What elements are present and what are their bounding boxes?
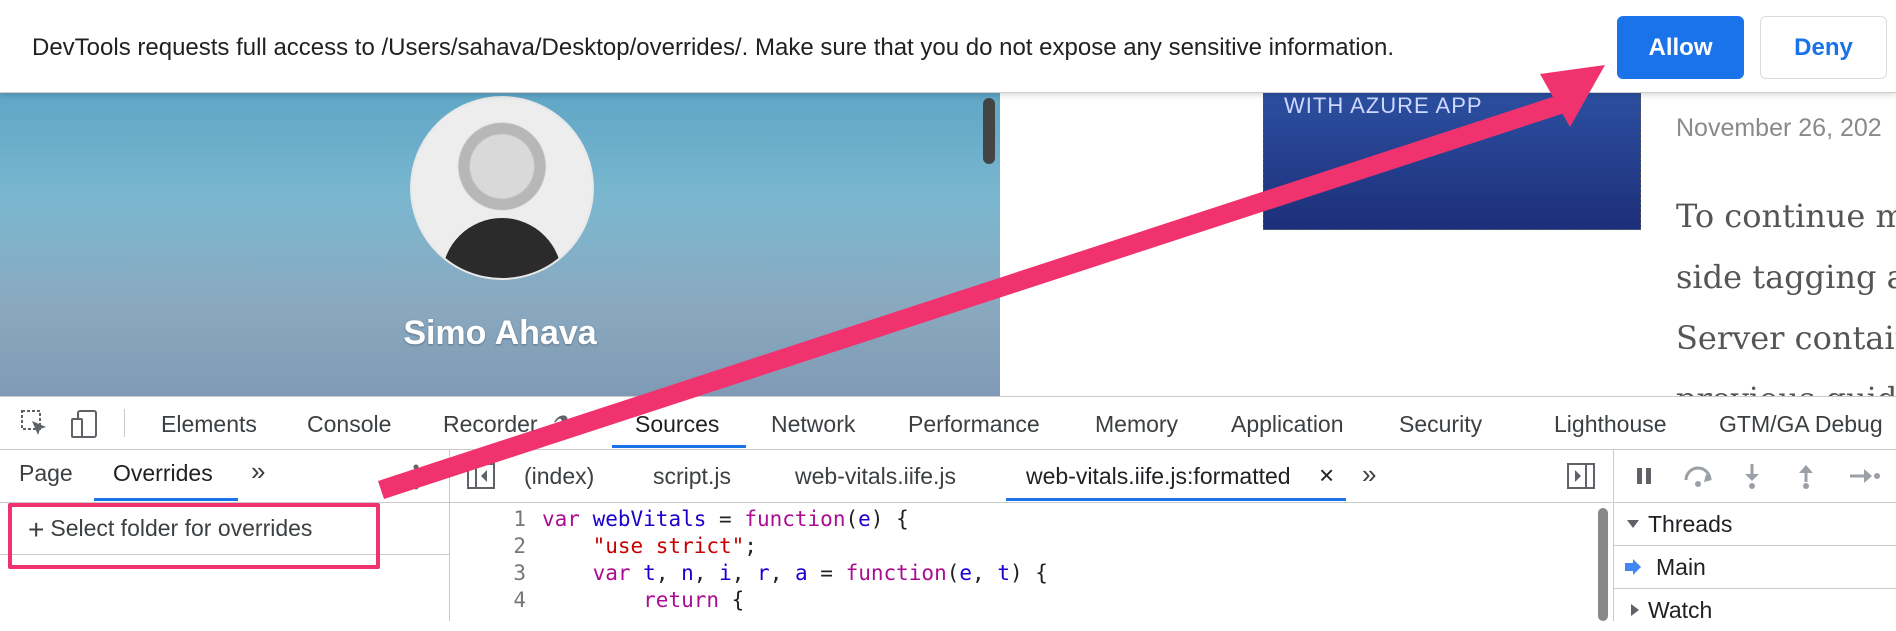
step-out-icon[interactable] xyxy=(1794,462,1818,490)
tab-console[interactable]: Console xyxy=(307,411,391,438)
post-line: Server contain xyxy=(1676,319,1896,357)
more-files-icon[interactable]: » xyxy=(1362,459,1376,490)
code-line[interactable]: "use strict"; xyxy=(542,533,757,560)
file-tab-web-vitals[interactable]: web-vitals.iife.js xyxy=(795,463,956,490)
line-number: 1 xyxy=(513,507,526,531)
profile-hero: Simo Ahava xyxy=(0,92,1000,396)
code-line[interactable]: return { xyxy=(542,587,744,614)
code-line[interactable]: var t, n, i, r, a = function(e, t) { xyxy=(542,560,1048,587)
more-options-icon[interactable] xyxy=(408,462,424,492)
file-tab-script[interactable]: script.js xyxy=(653,463,731,490)
tab-performance[interactable]: Performance xyxy=(908,411,1040,438)
code-line[interactable]: var webVitals = function(e) { xyxy=(542,506,909,533)
editor-filetabs: (index) script.js web-vitals.iife.js web… xyxy=(450,450,1612,503)
more-tabs-icon[interactable]: » xyxy=(251,456,265,487)
step-into-icon[interactable] xyxy=(1740,462,1764,490)
tab-application[interactable]: Application xyxy=(1231,411,1344,438)
editor-scrollbar[interactable] xyxy=(1598,508,1608,621)
tab-overrides[interactable]: Overrides xyxy=(113,460,213,487)
post-excerpt: To continue m side tagging ar Server con… xyxy=(1676,186,1896,430)
current-thread-arrow-icon xyxy=(1625,559,1641,575)
permission-message: DevTools requests full access to /Users/… xyxy=(32,34,1394,61)
file-tab-web-vitals-formatted[interactable]: web-vitals.iife.js:formatted xyxy=(1026,463,1291,490)
devtools-panel: Elements Console Recorder ⚗ Sources Netw… xyxy=(0,396,1896,623)
active-tab-indicator xyxy=(612,445,746,448)
tab-network[interactable]: Network xyxy=(771,411,855,438)
devtools-tabbar: Elements Console Recorder ⚗ Sources Netw… xyxy=(0,397,1896,450)
sources-navigator: Page Overrides » + Select folder for over… xyxy=(0,450,450,621)
threads-section-header[interactable]: Threads xyxy=(1614,503,1896,546)
post-thumbnail[interactable]: WITH AZURE APP xyxy=(1263,92,1641,230)
tab-gtm-ga-debug[interactable]: GTM/GA Debug xyxy=(1719,411,1883,438)
tab-page[interactable]: Page xyxy=(19,460,73,487)
tab-recorder[interactable]: Recorder xyxy=(443,411,538,438)
thread-main[interactable]: Main xyxy=(1614,546,1896,589)
step-icon[interactable] xyxy=(1848,464,1882,488)
debugger-toolbar xyxy=(1614,450,1896,503)
main-thread-label: Main xyxy=(1656,554,1706,580)
toolbar-divider xyxy=(124,409,125,437)
active-subtab-indicator xyxy=(94,498,238,501)
line-number: 3 xyxy=(513,561,526,585)
threads-label: Threads xyxy=(1648,511,1733,537)
tab-security[interactable]: Security xyxy=(1399,411,1482,438)
toggle-debugger-icon[interactable] xyxy=(1566,462,1596,490)
tab-lighthouse[interactable]: Lighthouse xyxy=(1554,411,1667,438)
page-scrollbar[interactable] xyxy=(983,98,995,164)
code-editor: (index) script.js web-vitals.iife.js web… xyxy=(450,450,1612,621)
thumbnail-caption: WITH AZURE APP xyxy=(1284,93,1483,118)
active-file-indicator xyxy=(1006,498,1346,501)
post-line: To continue m xyxy=(1676,197,1896,235)
pause-icon[interactable] xyxy=(1632,464,1656,488)
file-tab-index[interactable]: (index) xyxy=(524,463,594,490)
close-tab-icon[interactable]: × xyxy=(1319,460,1334,491)
author-name: Simo Ahava xyxy=(403,314,597,352)
line-number: 4 xyxy=(513,588,526,612)
debugger-sidebar: Threads Main Watch xyxy=(1613,450,1896,623)
allow-button[interactable]: Allow xyxy=(1617,16,1744,79)
device-toolbar-icon[interactable] xyxy=(68,407,102,441)
step-over-icon[interactable] xyxy=(1682,464,1714,488)
permission-infobar: DevTools requests full access to /Users/… xyxy=(0,0,1896,93)
tab-elements[interactable]: Elements xyxy=(161,411,257,438)
inspect-element-icon[interactable] xyxy=(18,407,52,441)
deny-button[interactable]: Deny xyxy=(1760,16,1887,79)
collapse-triangle-icon xyxy=(1627,520,1639,528)
expand-triangle-icon xyxy=(1631,604,1639,616)
post-date: November 26, 202 xyxy=(1676,114,1882,142)
post-line: side tagging ar xyxy=(1676,258,1896,296)
watch-section-header[interactable]: Watch xyxy=(1614,589,1896,631)
tab-memory[interactable]: Memory xyxy=(1095,411,1178,438)
toggle-navigator-icon[interactable] xyxy=(466,462,496,490)
annotation-highlight-box xyxy=(8,503,380,569)
line-number: 2 xyxy=(513,534,526,558)
author-avatar xyxy=(410,96,594,280)
recorder-beta-icon: ⚗ xyxy=(553,413,571,435)
tab-sources[interactable]: Sources xyxy=(635,411,719,438)
